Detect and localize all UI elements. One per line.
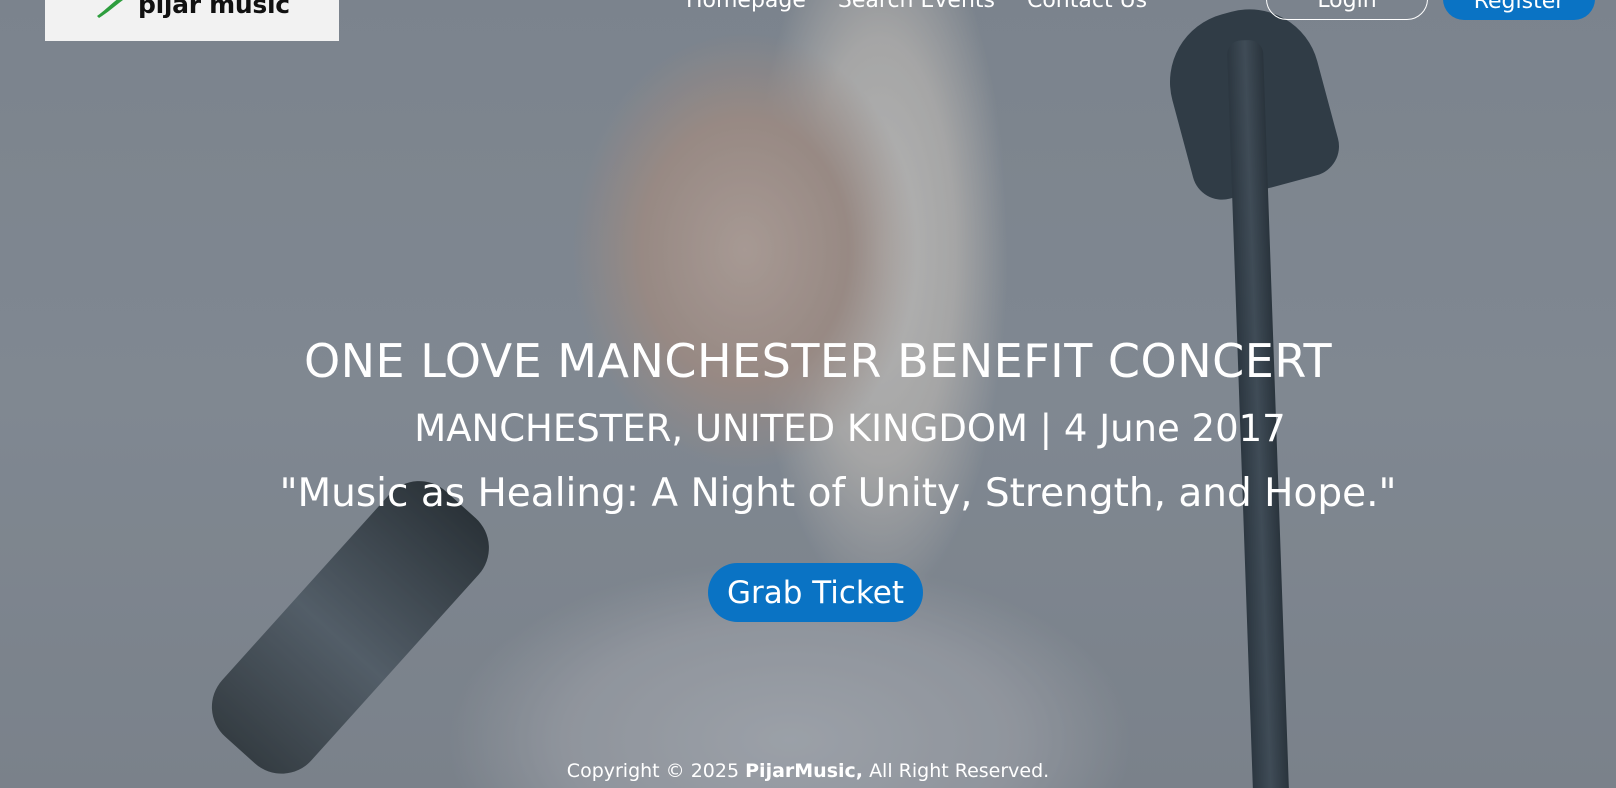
music-logo-icon	[97, 0, 123, 18]
page: pijar music Homepage Search Events Conta…	[0, 0, 1616, 788]
nav-search-events[interactable]: Search Events	[838, 0, 995, 13]
login-button[interactable]: Login	[1266, 0, 1428, 20]
main-nav: Homepage Search Events Contact Us	[686, 0, 1147, 13]
footer-prefix: Copyright © 2025	[566, 760, 740, 782]
nav-contact-us[interactable]: Contact Us	[1027, 0, 1147, 13]
footer-suffix: All Right Reserved.	[869, 760, 1050, 782]
footer-brand: PijarMusic,	[745, 760, 864, 782]
event-location-date: MANCHESTER, UNITED KINGDOM | 4 June 2017	[414, 407, 1286, 450]
nav-homepage[interactable]: Homepage	[686, 0, 806, 13]
grab-ticket-button[interactable]: Grab Ticket	[708, 563, 923, 622]
footer-copyright: Copyright © 2025 PijarMusic, All Right R…	[0, 760, 1616, 782]
event-tagline: "Music as Healing: A Night of Unity, Str…	[279, 471, 1397, 516]
event-title: ONE LOVE MANCHESTER BENEFIT CONCERT	[303, 334, 1333, 388]
logo-text: pijar music	[138, 0, 290, 19]
hero-overlay	[0, 0, 1616, 788]
logo[interactable]: pijar music	[45, 0, 339, 41]
register-button[interactable]: Register	[1443, 0, 1595, 20]
